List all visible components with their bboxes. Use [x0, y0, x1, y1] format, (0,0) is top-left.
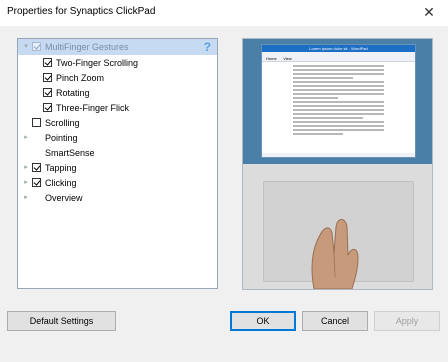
- three-finger-flick-checkbox[interactable]: [43, 103, 52, 112]
- wordpad-window: Lorem ipsum dolor sit - WordPad Home Vie…: [261, 44, 416, 158]
- preview-ribbon: Home View: [262, 52, 415, 62]
- pinch-zoom-checkbox[interactable]: [43, 73, 52, 82]
- desktop-screenshot: Lorem ipsum dolor sit - WordPad Home Vie…: [243, 39, 432, 164]
- multifinger-gestures-checkbox[interactable]: [32, 42, 41, 51]
- rotating-checkbox[interactable]: [43, 88, 52, 97]
- tree-item-label: Three-Finger Flick: [56, 103, 130, 113]
- default-settings-button[interactable]: Default Settings: [7, 311, 116, 331]
- tapping-checkbox[interactable]: [32, 163, 41, 172]
- preview-status-bar: [262, 153, 415, 157]
- expand-arrow-icon[interactable]: ▸: [22, 190, 30, 206]
- document-page: [290, 63, 387, 153]
- tree-item-label: Pointing: [45, 133, 78, 143]
- two-finger-hand-icon: [311, 219, 359, 289]
- cancel-button[interactable]: Cancel: [302, 311, 368, 331]
- tree-item-label: SmartSense: [45, 148, 95, 158]
- tree-item-label: Rotating: [56, 88, 90, 98]
- expand-arrow-icon[interactable]: ▸: [22, 130, 30, 146]
- title-bar: Properties for Synaptics ClickPad ✕: [0, 0, 448, 26]
- tree-item-label: MultiFinger Gestures: [45, 42, 129, 52]
- tree-item-label: Scrolling: [45, 118, 80, 128]
- apply-button[interactable]: Apply: [374, 311, 440, 331]
- window-title: Properties for Synaptics ClickPad: [7, 6, 156, 17]
- close-icon[interactable]: ✕: [418, 2, 440, 22]
- preview-window-title: Lorem ipsum dolor sit - WordPad: [262, 45, 415, 52]
- tree-item-label: Clicking: [45, 178, 77, 188]
- tree-item-label: Overview: [45, 193, 83, 203]
- settings-tree[interactable]: ? ▾ MultiFinger Gestures Two-Finger Scro…: [17, 38, 218, 289]
- ok-button[interactable]: OK: [230, 311, 296, 331]
- preview-tab-home: Home: [266, 56, 277, 61]
- gesture-preview: Lorem ipsum dolor sit - WordPad Home Vie…: [242, 38, 433, 290]
- scrolling-checkbox[interactable]: [32, 118, 41, 127]
- tree-item-label: Two-Finger Scrolling: [56, 58, 139, 68]
- tree-item-label: Tapping: [45, 163, 77, 173]
- clicking-checkbox[interactable]: [32, 178, 41, 187]
- expand-arrow-icon[interactable]: ▾: [22, 39, 30, 55]
- tree-item-label: Pinch Zoom: [56, 73, 105, 83]
- two-finger-scrolling-checkbox[interactable]: [43, 58, 52, 67]
- tree-item-multifinger-gestures[interactable]: ▾ MultiFinger Gestures: [18, 39, 217, 55]
- preview-tab-view: View: [283, 56, 292, 61]
- expand-arrow-icon[interactable]: ▸: [22, 160, 30, 176]
- expand-arrow-icon[interactable]: ▸: [22, 175, 30, 191]
